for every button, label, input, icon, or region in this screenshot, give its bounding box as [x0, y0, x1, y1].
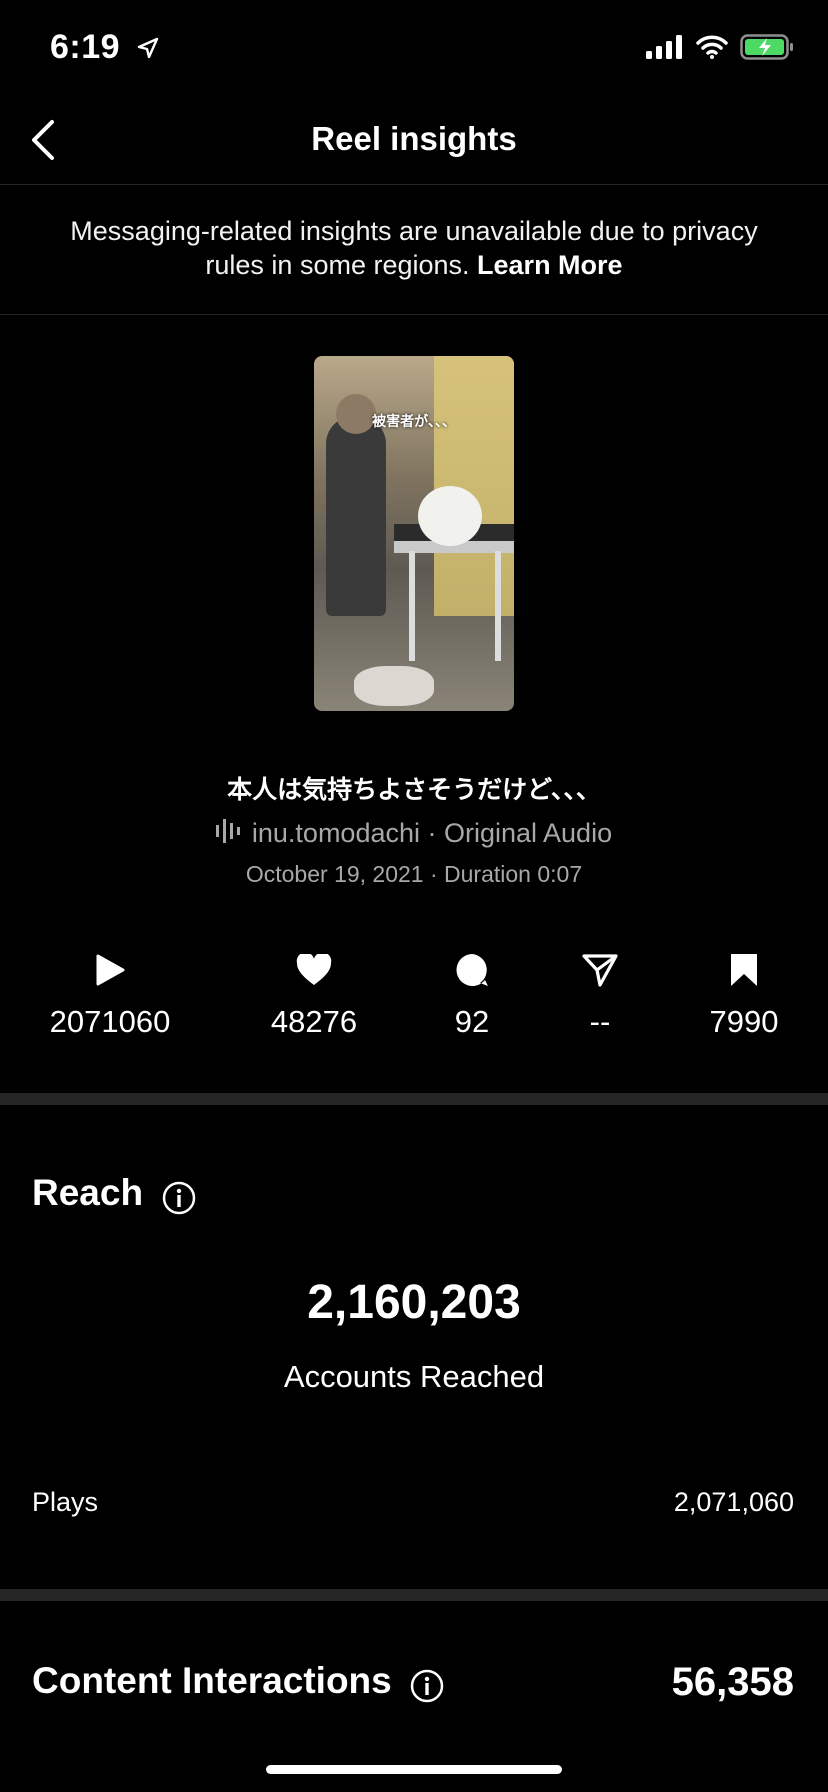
audio-info[interactable]: inu.tomodachi · Original Audio	[0, 818, 828, 850]
notice-divider	[0, 314, 828, 315]
reach-title: Reach	[32, 1172, 144, 1213]
stat-plays: 2071060	[40, 950, 180, 1040]
play-icon	[40, 950, 180, 990]
accounts-reached-value: 2,160,203	[307, 1276, 521, 1329]
learn-more-link[interactable]: Learn More	[477, 250, 623, 280]
plays-label: Plays	[32, 1487, 99, 1517]
stat-value: --	[589, 1004, 611, 1039]
bookmark-icon	[694, 950, 794, 990]
status-icons	[646, 34, 794, 65]
content-interactions-value: 56,358	[671, 1660, 794, 1704]
reel-caption: 本人は気持ちよさそうだけど、、、	[227, 776, 601, 804]
header-divider	[0, 184, 828, 185]
notice-text: Messaging-related insights are unavailab…	[70, 216, 758, 280]
section-separator	[0, 1093, 828, 1105]
stat-comments: 92	[432, 950, 512, 1040]
wifi-icon	[696, 35, 728, 64]
audio-waveform-icon	[215, 819, 242, 850]
stat-likes: 48276	[254, 950, 374, 1040]
heart-icon	[254, 950, 374, 990]
stat-value: 48276	[270, 1004, 358, 1039]
reach-header: Reach	[32, 1172, 196, 1220]
thumbnail-caption: 被害者が、、、	[372, 413, 456, 429]
content-interactions-title: Content Interactions	[32, 1660, 392, 1701]
section-separator	[0, 1589, 828, 1601]
stat-value: 7990	[709, 1004, 779, 1039]
share-icon	[560, 950, 640, 990]
audio-label: inu.tomodachi · Original Audio	[251, 818, 613, 848]
info-icon[interactable]	[162, 1181, 196, 1220]
location-arrow-icon	[136, 30, 160, 69]
privacy-notice: Messaging-related insights are unavailab…	[60, 214, 768, 282]
date-duration: October 19, 2021 · Duration 0:07	[245, 861, 583, 887]
info-icon[interactable]	[410, 1669, 444, 1708]
stat-value: 92	[454, 1004, 490, 1039]
page-title: Reel insights	[311, 120, 517, 157]
stat-value: 2071060	[49, 1004, 171, 1039]
plays-value: 2,071,060	[673, 1487, 794, 1517]
accounts-reached-label: Accounts Reached	[283, 1359, 545, 1394]
reel-thumbnail[interactable]: 被害者が、、、	[314, 356, 514, 711]
content-interactions-header[interactable]: Content Interactions	[32, 1660, 444, 1708]
battery-charging-icon	[740, 34, 794, 65]
cellular-signal-icon	[646, 35, 684, 64]
comment-icon	[432, 950, 512, 990]
home-indicator[interactable]	[266, 1765, 562, 1774]
status-time: 6:19	[50, 28, 160, 69]
stat-shares: --	[560, 950, 640, 1040]
stat-saves: 7990	[694, 950, 794, 1040]
